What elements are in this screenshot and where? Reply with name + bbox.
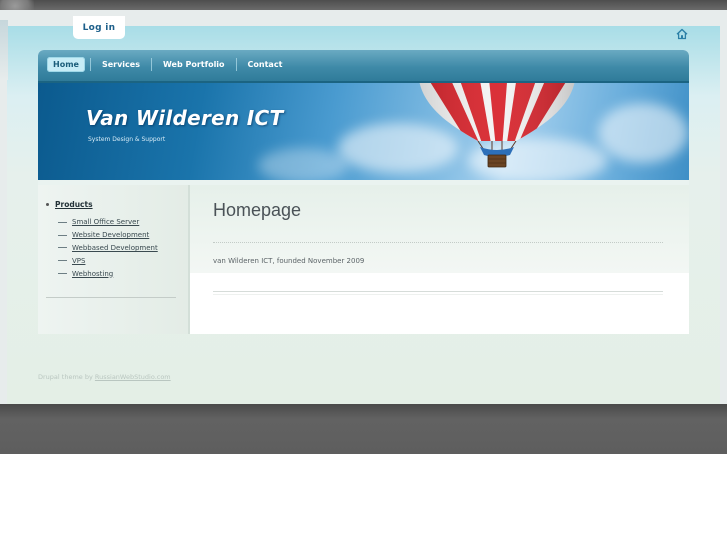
main-navigation: Home Services Web Portfolio Contact [38,50,689,83]
footer-prefix: Drupal theme by [38,373,93,381]
bullet-icon [46,203,49,206]
main-wrapper: Home Services Web Portfolio Contact Van … [38,50,689,334]
login-link[interactable]: Log in [73,16,125,39]
footer-credit: Drupal theme by RussianWebStudio.com [38,373,171,381]
sidebar-heading: Products [46,200,93,209]
header-banner: Van Wilderen ICT System Design & Support [38,83,689,180]
nav-separator [89,58,91,71]
bottom-dark-band [0,404,727,454]
main-content: Homepage van Wilderen ICT, founded Novem… [190,185,689,334]
dash-icon [58,247,67,249]
sidebar-item-website-development[interactable]: Website Development [58,229,158,242]
sidebar-item-label[interactable]: Webbased Development [72,244,158,252]
sidebar-item-webbased-development[interactable]: Webbased Development [58,242,158,255]
nav-item-services[interactable]: Services [96,57,146,72]
site-name[interactable]: Van Wilderen ICT [86,106,283,130]
nav-menu: Home Services Web Portfolio Contact [47,57,288,72]
sidebar-heading-products[interactable]: Products [55,200,93,209]
sidebar-item-label[interactable]: Small Office Server [72,218,139,226]
nav-separator [235,58,237,71]
sidebar-item-label[interactable]: Webhosting [72,270,113,278]
sidebar-item-label[interactable]: Website Development [72,231,149,239]
top-dark-strip [0,0,727,10]
home-icon[interactable] [676,28,688,40]
nav-item-contact[interactable]: Contact [242,57,289,72]
dash-icon [58,260,67,262]
sidebar-item-vps[interactable]: VPS [58,254,158,267]
footer-link[interactable]: RussianWebStudio.com [95,373,171,381]
dash-icon [58,221,67,223]
content-text: van Wilderen ICT, founded November 2009 [213,257,365,265]
nav-separator [150,58,152,71]
sidebar-item-webhosting[interactable]: Webhosting [58,267,158,280]
banner-cloud [258,148,348,180]
sidebar-item-small-office-server[interactable]: Small Office Server [58,216,158,229]
banner-cloud [598,103,688,163]
hot-air-balloon-icon [418,83,576,168]
title-divider [213,242,663,243]
nav-item-web-portfolio[interactable]: Web Portfolio [157,57,231,72]
sidebar: Products Small Office Server Website Dev… [38,185,190,334]
site-slogan: System Design & Support [88,136,166,143]
dash-icon [58,273,67,275]
sidebar-product-list: Small Office Server Website Development … [58,216,158,280]
sidebar-divider [46,297,176,298]
sidebar-item-label[interactable]: VPS [72,257,85,265]
nav-item-home[interactable]: Home [47,57,85,72]
page-title: Homepage [213,200,302,220]
dash-icon [58,234,67,236]
content-divider [213,291,663,295]
